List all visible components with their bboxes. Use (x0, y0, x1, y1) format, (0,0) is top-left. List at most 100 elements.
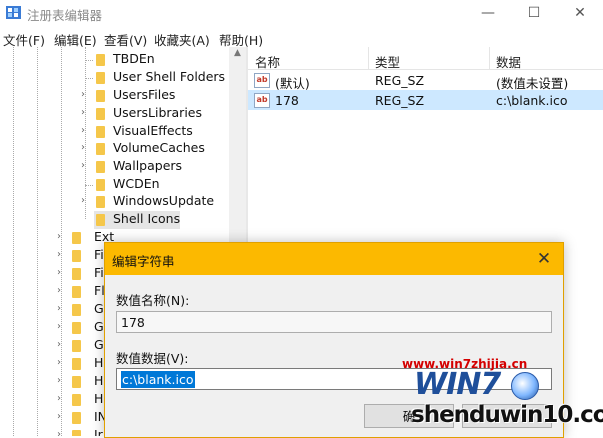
tree-item-shell-icons[interactable]: Shell Icons (94, 211, 180, 229)
expand-arrow-icon[interactable]: › (57, 303, 61, 314)
folder-icon (72, 358, 81, 370)
dialog-close-button[interactable]: ✕ (531, 247, 557, 271)
tree-item-userslibraries[interactable]: › UsersLibraries (78, 105, 229, 123)
expand-arrow-icon[interactable]: › (81, 89, 85, 100)
folder-icon (96, 90, 105, 102)
tree-item[interactable]: › G (54, 337, 104, 355)
tree-item[interactable]: › Ir (54, 427, 104, 436)
tree-item[interactable]: › H (54, 391, 104, 409)
tree-item-wcden[interactable]: WCDEn (78, 176, 229, 194)
expand-arrow-icon[interactable]: › (57, 231, 61, 242)
tree-item[interactable]: › Fi (54, 247, 104, 265)
folder-icon (96, 126, 105, 138)
tree-item-label: H (94, 373, 104, 388)
column-header-name[interactable]: 名称 (255, 52, 280, 71)
folder-icon (96, 72, 105, 84)
watermark-logo: WIN7 (414, 367, 501, 402)
folder-icon (72, 376, 81, 388)
column-header-data[interactable]: 数据 (496, 52, 521, 71)
folder-icon (72, 286, 81, 298)
folder-icon (72, 322, 81, 334)
value-data: c:\blank.ico (496, 93, 568, 108)
expand-arrow-icon[interactable]: › (57, 285, 61, 296)
tree-guide (37, 47, 38, 436)
window-title: 注册表编辑器 (27, 8, 103, 23)
tree-item[interactable]: › H (54, 355, 104, 373)
value-name: 178 (275, 93, 299, 108)
tree-item[interactable]: › IN (54, 409, 107, 427)
value-name-field: 178 (116, 311, 552, 333)
tree-item[interactable]: › H (54, 373, 104, 391)
tree-item-label: G (94, 337, 104, 352)
tree-item-visualeffects[interactable]: › VisualEffects (78, 123, 229, 141)
folder-icon (96, 54, 105, 66)
tree-item-label: VisualEffects (113, 123, 193, 138)
folder-icon (96, 108, 105, 120)
tree-item-label: H (94, 391, 104, 406)
tree-item-usersfiles[interactable]: › UsersFiles (78, 87, 229, 105)
expand-arrow-icon[interactable]: › (81, 195, 85, 206)
tree-item-volumecaches[interactable]: › VolumeCaches (78, 140, 229, 158)
title-bar: 注册表编辑器 — ☐ ✕ (0, 0, 603, 27)
value-data-label: 数值数据(V): (116, 351, 189, 366)
expand-arrow-icon[interactable]: › (57, 321, 61, 332)
tree-item-label: Fi (94, 247, 104, 262)
close-button[interactable]: ✕ (557, 0, 603, 27)
tree-item[interactable]: › Fl (54, 283, 105, 301)
expand-arrow-icon[interactable]: › (81, 142, 85, 153)
tree-item[interactable]: › G (54, 319, 104, 337)
minimize-button[interactable]: — (465, 0, 511, 27)
tree-item-wallpapers[interactable]: › Wallpapers (78, 158, 229, 176)
tree-item-tbden[interactable]: TBDEn (78, 51, 229, 69)
tree-item-label: G (94, 319, 104, 334)
windows-orb-icon (511, 372, 539, 400)
value-name-text: 178 (121, 315, 145, 330)
folder-icon (96, 214, 105, 226)
folder-icon (72, 394, 81, 406)
tree-item-windowsupdate[interactable]: › WindowsUpdate (78, 193, 229, 211)
list-header: 名称 类型 数据 (248, 47, 603, 70)
tree-item-label: Ir (94, 427, 103, 436)
expand-arrow-icon[interactable]: › (81, 160, 85, 171)
tree-item-label: UsersFiles (113, 87, 176, 102)
folder-icon (72, 268, 81, 280)
expand-arrow-icon[interactable]: › (57, 393, 61, 404)
tree-item[interactable]: › Fi (54, 265, 104, 283)
dialog-title-bar: 编辑字符串 ✕ (105, 243, 563, 275)
list-row-default[interactable]: ab (默认) REG_SZ (数值未设置) (248, 70, 603, 91)
expand-arrow-icon[interactable]: › (57, 267, 61, 278)
string-value-icon: ab (254, 73, 270, 88)
folder-icon (72, 412, 81, 424)
tree-item-user-shell-folders[interactable]: User Shell Folders (78, 69, 229, 87)
tree-item-label: TBDEn (113, 51, 155, 66)
list-row-178[interactable]: ab 178 REG_SZ c:\blank.ico (248, 90, 603, 110)
watermark-site: shenduwin10.com (411, 402, 603, 428)
value-type: REG_SZ (375, 73, 425, 88)
value-data-selected-text: c:\blank.ico (121, 371, 195, 388)
tree-item-label: User Shell Folders (113, 69, 226, 84)
expand-arrow-icon[interactable]: › (57, 411, 61, 422)
string-value-icon: ab (254, 93, 270, 108)
tree-item-label: G (94, 301, 104, 316)
tree-item-label: WCDEn (113, 176, 160, 191)
expand-arrow-icon[interactable]: › (57, 339, 61, 350)
maximize-button[interactable]: ☐ (511, 0, 557, 27)
column-header-type[interactable]: 类型 (375, 52, 400, 71)
tree-item-label: Wallpapers (113, 158, 183, 173)
expand-arrow-icon[interactable]: › (57, 249, 61, 260)
expand-arrow-icon[interactable]: › (81, 107, 85, 118)
expand-arrow-icon[interactable]: › (57, 429, 61, 436)
expand-arrow-icon[interactable]: › (57, 357, 61, 368)
folder-icon (72, 304, 81, 316)
tree-item-label: Shell Icons (113, 211, 181, 226)
tree-guide (13, 47, 14, 436)
dialog-title: 编辑字符串 (112, 254, 175, 269)
expand-arrow-icon[interactable]: › (81, 125, 85, 136)
tree-item-label: Fi (94, 265, 104, 280)
tree-item-label: WindowsUpdate (113, 193, 215, 208)
tree-item[interactable]: › G (54, 301, 104, 319)
value-type: REG_SZ (375, 93, 425, 108)
expand-arrow-icon[interactable]: › (57, 375, 61, 386)
tree-item-label: VolumeCaches (113, 140, 205, 155)
scroll-up-arrow-icon[interactable]: ▲ (234, 48, 241, 58)
